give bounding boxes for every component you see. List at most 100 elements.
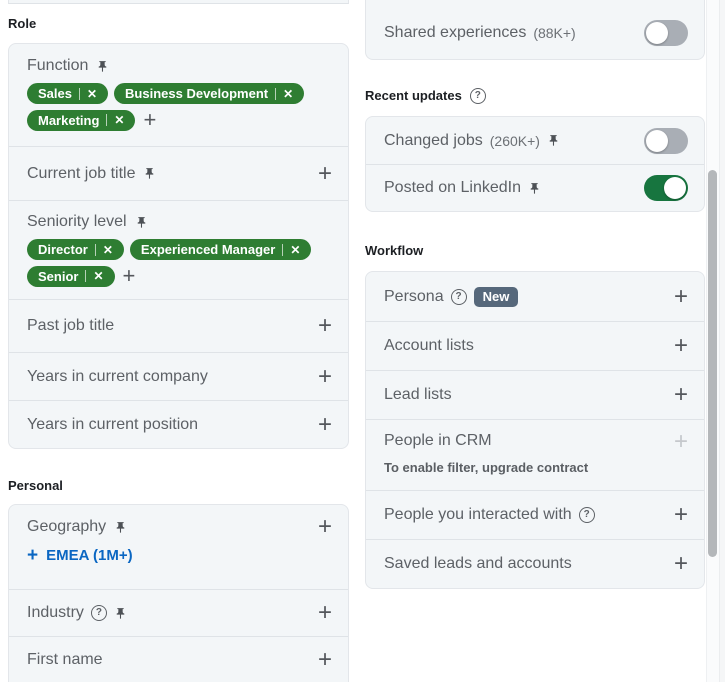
filter-row-changed-jobs[interactable]: Changed jobs (260K+) [366, 117, 704, 164]
section-heading-label: Role [8, 16, 36, 32]
filter-row-current-job-title[interactable]: Current job title + [9, 146, 348, 200]
role-filter-card: Function Sales ✕ Business Development ✕ [8, 43, 349, 449]
pin-icon[interactable] [96, 60, 109, 73]
filter-label: Changed jobs [384, 132, 483, 150]
filter-pill[interactable]: Sales ✕ [27, 83, 108, 104]
add-icon[interactable]: + [123, 265, 136, 287]
remove-icon[interactable]: ✕ [114, 114, 124, 126]
filter-row-years-current-company[interactable]: Years in current company + [9, 352, 348, 400]
filter-row-shared-experiences[interactable]: Shared experiences (88K+) [366, 6, 704, 59]
filter-pill[interactable]: Business Development ✕ [114, 83, 304, 104]
filter-row-saved-leads-and-accounts[interactable]: Saved leads and accounts + [366, 539, 704, 588]
filter-label: First name [27, 651, 103, 669]
filter-label: Geography [27, 518, 106, 536]
filter-label: Years in current company [27, 368, 208, 386]
filter-row-function[interactable]: Function Sales ✕ Business Development ✕ [9, 44, 348, 146]
filter-count: (88K+) [533, 25, 575, 41]
pill-divider [79, 88, 80, 100]
filter-row-past-job-title[interactable]: Past job title + [9, 299, 348, 352]
remove-icon[interactable]: ✕ [93, 270, 103, 282]
section-heading-label: Personal [8, 478, 63, 494]
cutoff-card-above [8, 0, 349, 4]
filter-label: People in CRM [384, 432, 492, 450]
remove-icon[interactable]: ✕ [283, 88, 293, 100]
help-icon[interactable]: ? [579, 507, 595, 523]
pin-icon[interactable] [114, 521, 127, 534]
pin-icon[interactable] [547, 134, 560, 147]
add-icon[interactable]: + [318, 602, 332, 624]
help-icon[interactable]: ? [91, 605, 107, 621]
add-icon[interactable]: + [143, 109, 156, 131]
pin-icon[interactable] [114, 607, 127, 620]
filter-pill[interactable]: Senior ✕ [27, 266, 115, 287]
filter-pill[interactable]: Director ✕ [27, 239, 124, 260]
geo-link-emea[interactable]: + EMEA (1M+) [27, 547, 133, 564]
filter-label: Posted on LinkedIn [384, 179, 521, 197]
filter-label: Years in current position [27, 416, 198, 434]
filter-pill[interactable]: Marketing ✕ [27, 110, 135, 131]
pill-divider [275, 88, 276, 100]
pill-divider [282, 244, 283, 256]
changed-jobs-toggle[interactable] [644, 128, 688, 154]
filter-pill[interactable]: Experienced Manager ✕ [130, 239, 311, 260]
filter-label: Past job title [27, 317, 114, 335]
filter-row-geography[interactable]: Geography + + EMEA (1M+) [9, 505, 348, 589]
add-icon[interactable]: + [674, 384, 688, 406]
selected-pills: Sales ✕ Business Development ✕ Marketing… [27, 83, 332, 131]
shared-experiences-toggle[interactable] [644, 20, 688, 46]
help-icon[interactable]: ? [470, 88, 486, 104]
filter-row-lead-lists[interactable]: Lead lists + [366, 370, 704, 419]
filter-label: People you interacted with [384, 506, 572, 524]
section-heading-personal: Personal [8, 478, 349, 494]
section-heading-label: Workflow [365, 243, 423, 259]
filter-label: Shared experiences [384, 24, 526, 42]
filter-row-years-current-position[interactable]: Years in current position + [9, 400, 348, 448]
add-icon[interactable]: + [318, 414, 332, 436]
filter-label: Current job title [27, 165, 136, 183]
filter-row-first-name[interactable]: First name + [9, 636, 348, 682]
pill-label: Senior [38, 266, 78, 287]
add-icon: + [27, 548, 38, 564]
filter-row-seniority-level[interactable]: Seniority level Director ✕ Experienced M… [9, 200, 348, 299]
filter-row-account-lists[interactable]: Account lists + [366, 321, 704, 370]
panel-scrollbar-thumb[interactable] [708, 170, 717, 557]
geo-link-label: EMEA (1M+) [46, 547, 133, 564]
pin-icon[interactable] [528, 182, 541, 195]
help-icon[interactable]: ? [451, 289, 467, 305]
add-icon[interactable]: + [318, 315, 332, 337]
add-icon[interactable]: + [318, 649, 332, 671]
recent-updates-card: Changed jobs (260K+) Posted on LinkedIn [365, 116, 705, 212]
filter-row-people-you-interacted-with[interactable]: People you interacted with ? + [366, 490, 704, 539]
pill-divider [106, 114, 107, 126]
pin-icon[interactable] [135, 216, 148, 229]
add-icon[interactable]: + [318, 516, 332, 538]
filters-column-left: Role Function Sales ✕ Business Developme… [8, 0, 349, 682]
pill-label: Business Development [125, 83, 268, 104]
add-icon[interactable]: + [318, 163, 332, 185]
upgrade-note: To enable filter, upgrade contract [384, 460, 688, 475]
remove-icon[interactable]: ✕ [87, 88, 97, 100]
add-icon[interactable]: + [674, 504, 688, 526]
pill-label: Sales [38, 83, 72, 104]
filter-label: Lead lists [384, 386, 452, 404]
section-heading-recent-updates: Recent updates ? [365, 88, 705, 104]
remove-icon[interactable]: ✕ [103, 244, 113, 256]
filter-row-industry[interactable]: Industry ? + [9, 589, 348, 636]
page-scrollbar-track[interactable] [719, 0, 725, 682]
filter-row-persona[interactable]: Persona ? New + [366, 272, 704, 321]
filter-count: (260K+) [490, 133, 540, 149]
posted-on-linkedin-toggle[interactable] [644, 175, 688, 201]
workflow-card: Persona ? New + Account lists + Lead lis… [365, 271, 705, 589]
add-icon[interactable]: + [674, 553, 688, 575]
section-heading-role: Role [8, 16, 349, 32]
filter-label: Seniority level [27, 213, 127, 231]
pill-label: Experienced Manager [141, 239, 275, 260]
filter-row-posted-on-linkedin[interactable]: Posted on LinkedIn [366, 164, 704, 211]
personal-filter-card: Geography + + EMEA (1M+) Industry ? + Fi… [8, 504, 349, 682]
remove-icon[interactable]: ✕ [290, 244, 300, 256]
pin-icon[interactable] [143, 167, 156, 180]
add-icon[interactable]: + [674, 286, 688, 308]
add-icon[interactable]: + [318, 366, 332, 388]
add-icon[interactable]: + [674, 335, 688, 357]
filter-label: Persona [384, 288, 444, 306]
